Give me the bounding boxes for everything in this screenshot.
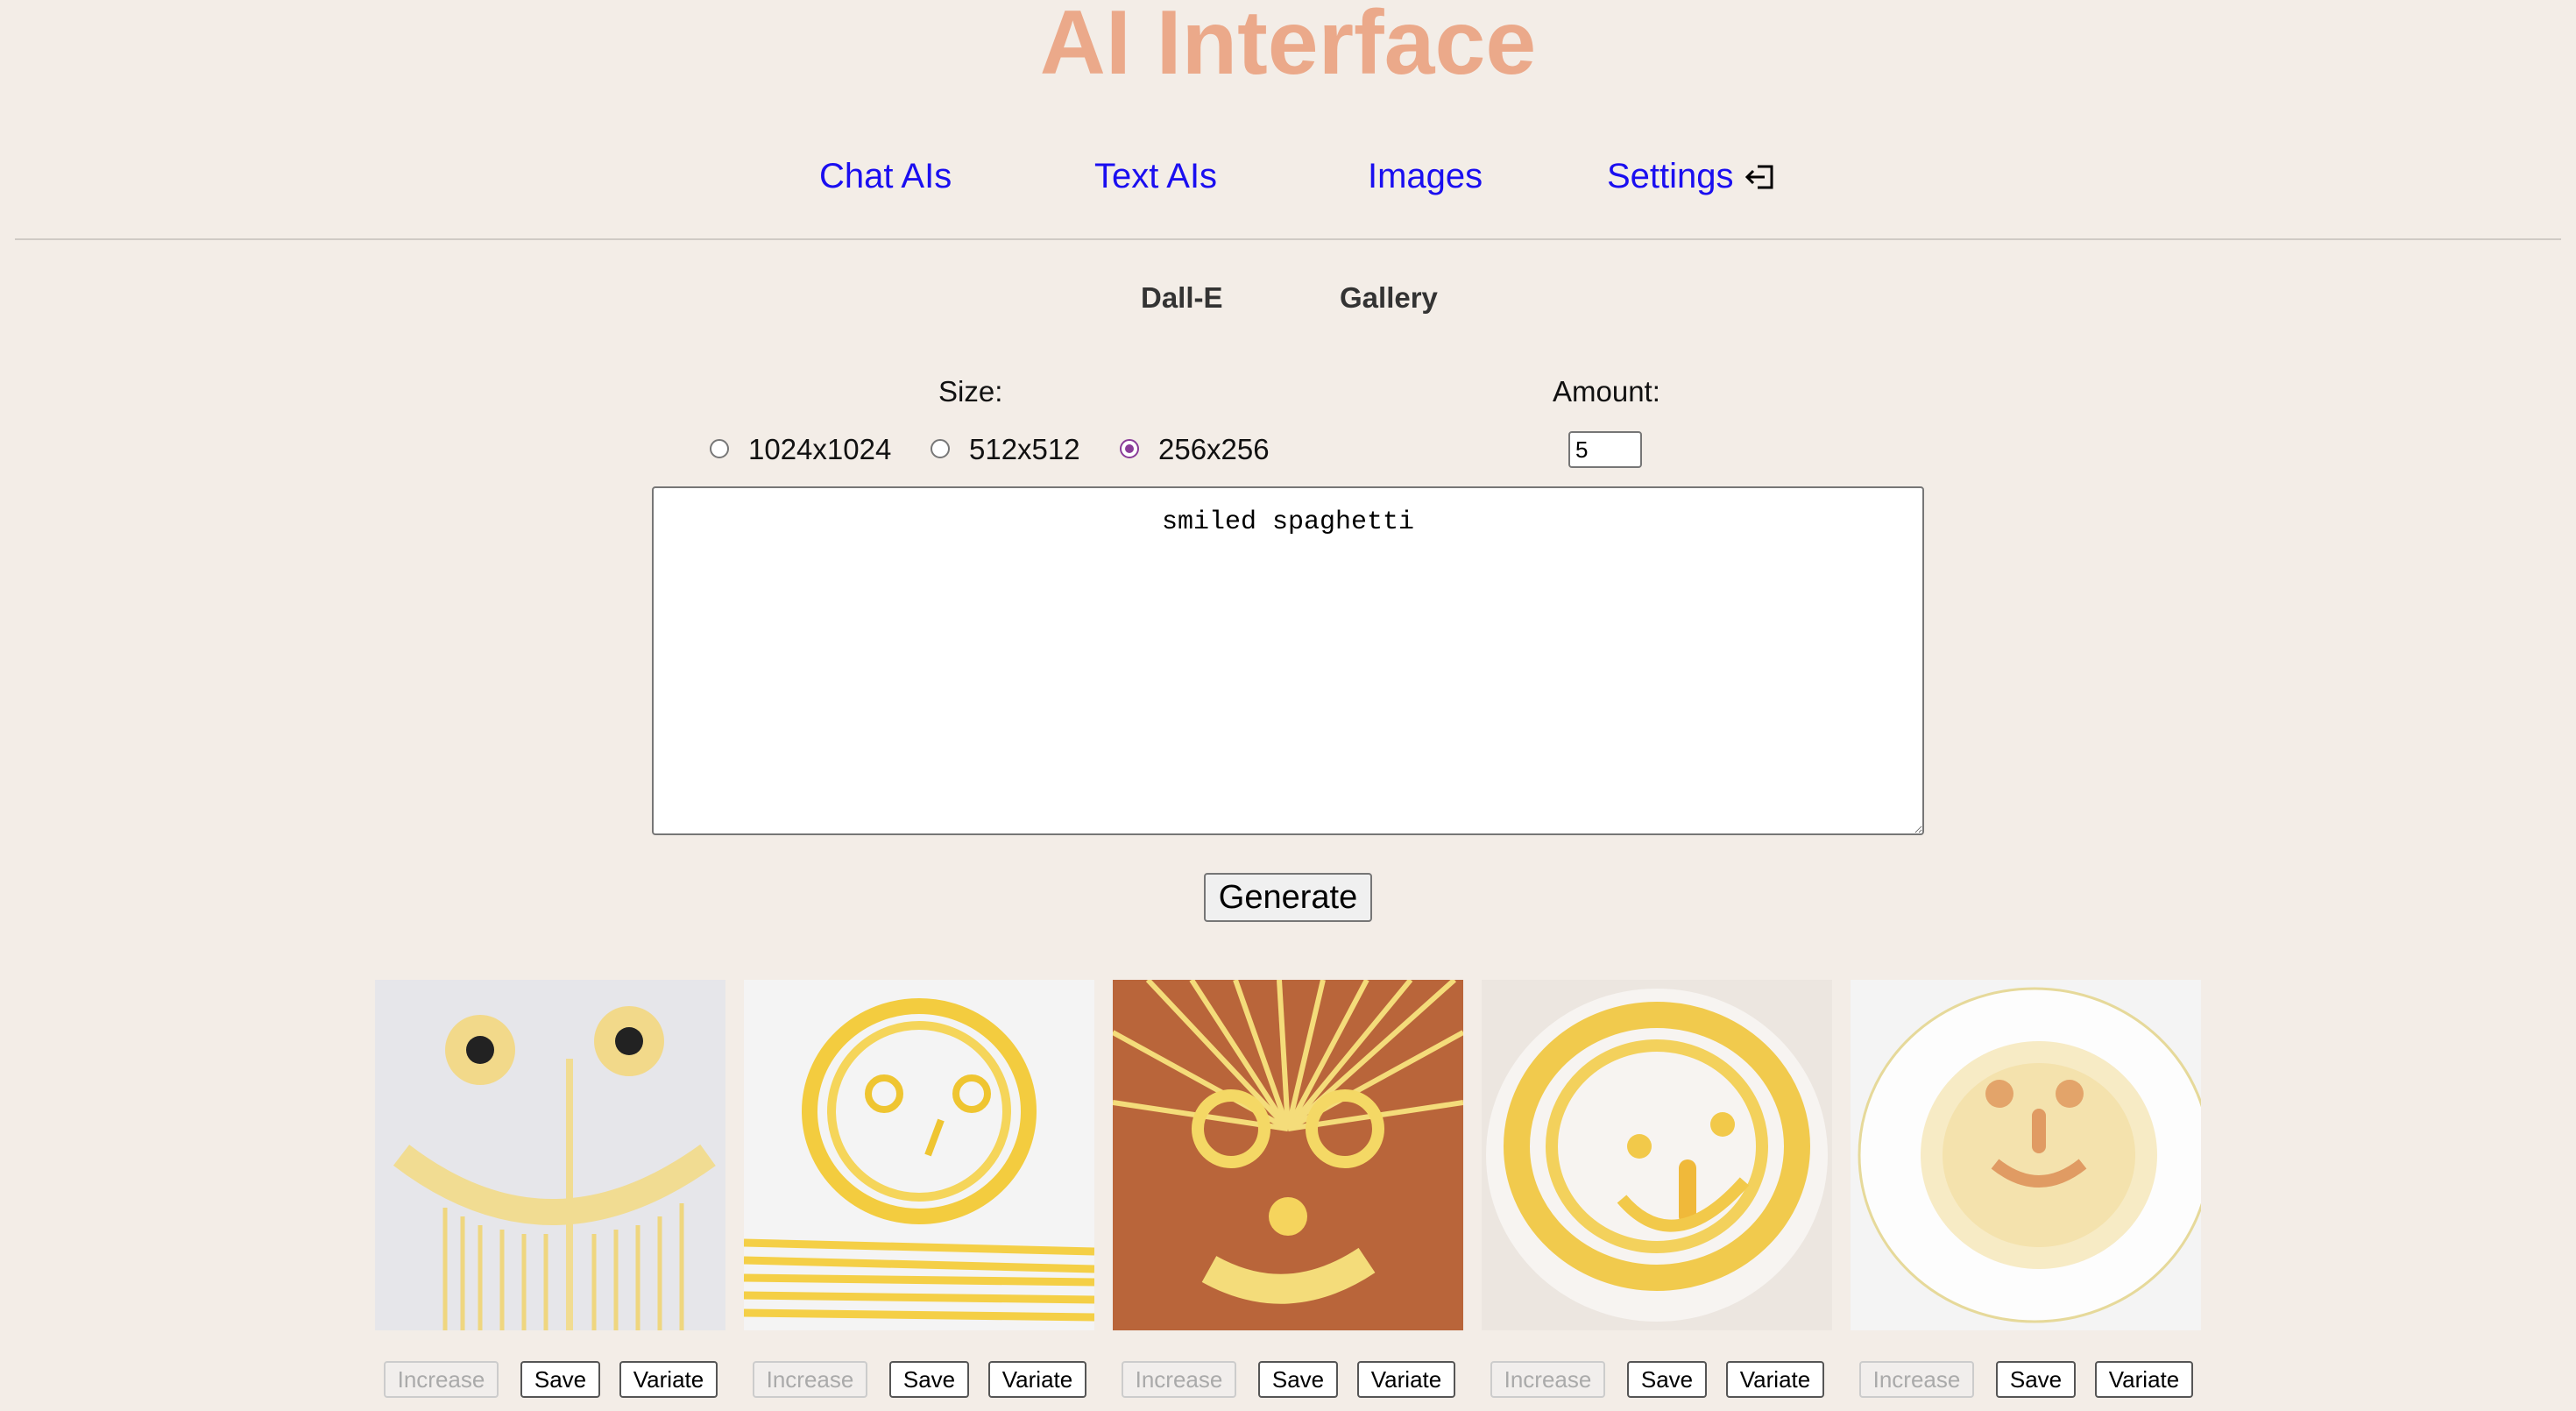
tab-dall-e[interactable]: Dall-E — [1141, 280, 1223, 316]
logout-icon[interactable] — [1744, 160, 1779, 195]
result-image-3 — [1113, 980, 1463, 1330]
variate-button-4[interactable]: Variate — [1726, 1361, 1824, 1398]
result-image-2 — [744, 980, 1094, 1330]
increase-button-5[interactable]: Increase — [1859, 1361, 1974, 1398]
generate-button[interactable]: Generate — [1204, 873, 1372, 922]
increase-button-1[interactable]: Increase — [384, 1361, 499, 1398]
save-button-4[interactable]: Save — [1627, 1361, 1707, 1398]
size-option-label-1024[interactable]: 1024x1024 — [748, 432, 891, 467]
size-option-label-256[interactable]: 256x256 — [1158, 432, 1270, 467]
save-button-5[interactable]: Save — [1996, 1361, 2076, 1398]
size-label: Size: — [938, 375, 1003, 408]
increase-button-4[interactable]: Increase — [1490, 1361, 1605, 1398]
save-button-2[interactable]: Save — [889, 1361, 969, 1398]
variate-button-1[interactable]: Variate — [619, 1361, 718, 1398]
tab-gallery[interactable]: Gallery — [1340, 280, 1438, 316]
result-image-4 — [1482, 980, 1832, 1330]
save-button-3[interactable]: Save — [1258, 1361, 1338, 1398]
variate-button-2[interactable]: Variate — [988, 1361, 1086, 1398]
increase-button-2[interactable]: Increase — [753, 1361, 867, 1398]
nav-chat-ais[interactable]: Chat AIs — [819, 154, 952, 198]
increase-button-3[interactable]: Increase — [1122, 1361, 1236, 1398]
app-title: AI Interface — [1039, 0, 1537, 94]
prompt-textarea[interactable]: smiled spaghetti — [652, 486, 1924, 835]
header-divider — [15, 238, 2561, 240]
nav-text-ais[interactable]: Text AIs — [1094, 154, 1217, 198]
size-option-label-512[interactable]: 512x512 — [969, 432, 1080, 467]
amount-input[interactable] — [1568, 431, 1642, 468]
save-button-1[interactable]: Save — [520, 1361, 600, 1398]
result-image-1 — [375, 980, 725, 1330]
variate-button-3[interactable]: Variate — [1357, 1361, 1455, 1398]
nav-settings[interactable]: Settings — [1607, 154, 1734, 198]
variate-button-5[interactable]: Variate — [2095, 1361, 2193, 1398]
amount-label: Amount: — [1553, 375, 1660, 408]
size-radio-256[interactable] — [1120, 439, 1139, 458]
size-radio-1024[interactable] — [710, 439, 729, 458]
nav-images[interactable]: Images — [1368, 154, 1483, 198]
size-radio-512[interactable] — [931, 439, 950, 458]
result-image-5 — [1851, 980, 2201, 1330]
